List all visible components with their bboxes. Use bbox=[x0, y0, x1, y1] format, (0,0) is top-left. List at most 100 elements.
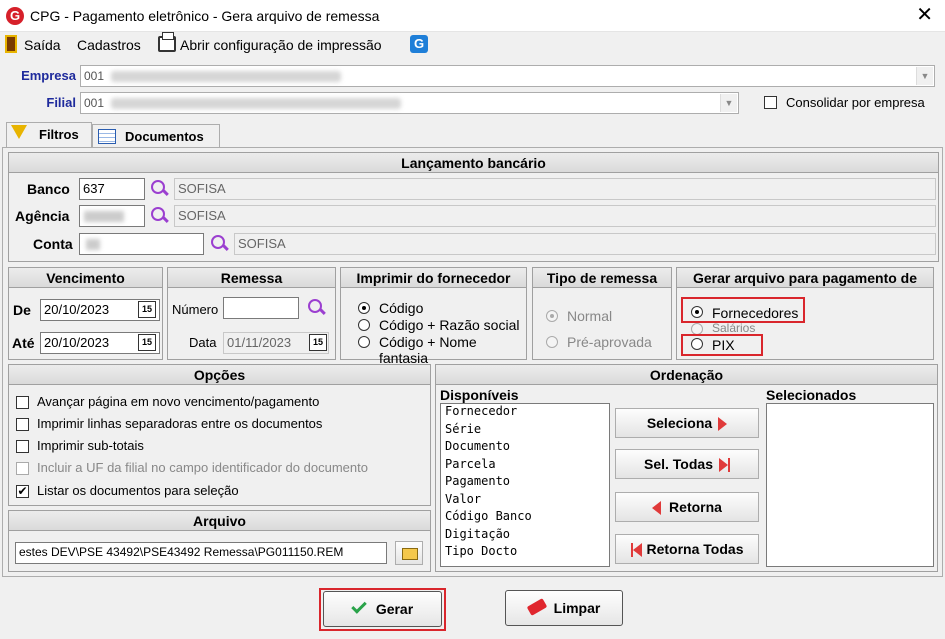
list-item[interactable]: Pagamento bbox=[441, 474, 609, 492]
search-icon[interactable] bbox=[149, 179, 169, 199]
data-value: 01/11/2023 bbox=[227, 335, 292, 350]
list-item[interactable]: Tipo Docto bbox=[441, 544, 609, 562]
menu-exit[interactable]: Saída bbox=[24, 37, 61, 53]
printer-icon[interactable] bbox=[158, 32, 176, 52]
chevron-down-icon[interactable]: ▼ bbox=[916, 67, 933, 85]
sel-todas-button[interactable]: Sel. Todas bbox=[615, 449, 759, 479]
retorna-todas-button[interactable]: Retorna Todas bbox=[615, 534, 759, 564]
close-icon[interactable]: ✕ bbox=[916, 4, 933, 26]
search-icon[interactable] bbox=[306, 298, 326, 318]
vencimento-title: Vencimento bbox=[9, 268, 162, 288]
gerar-arquivo-group: Gerar arquivo para pagamento de Forneced… bbox=[676, 267, 934, 360]
conta-input[interactable] bbox=[79, 233, 204, 255]
menu-cadastros[interactable]: Cadastros bbox=[77, 37, 141, 53]
limpar-button[interactable]: Limpar bbox=[505, 590, 623, 626]
imprimir-group: Imprimir do fornecedor Código Código + R… bbox=[340, 267, 527, 366]
ordenacao-group: Ordenação Disponíveis Selecionados Forne… bbox=[435, 364, 938, 572]
selecionados-list[interactable] bbox=[766, 403, 934, 567]
g-app-icon[interactable]: G bbox=[410, 35, 428, 53]
window-title: CPG - Pagamento eletrônico - Gera arquiv… bbox=[30, 8, 380, 24]
list-item[interactable]: Digitação bbox=[441, 527, 609, 545]
empresa-combo[interactable]: 001 ▼ bbox=[80, 65, 935, 87]
footer-area bbox=[0, 577, 945, 639]
arrow-right-icon bbox=[718, 417, 728, 432]
list-item[interactable]: Documento bbox=[441, 439, 609, 457]
radio-normal bbox=[546, 310, 558, 322]
opcoes-title: Opções bbox=[9, 365, 430, 385]
checkbox-listar-documentos[interactable]: ✔ bbox=[16, 485, 29, 498]
numero-input[interactable] bbox=[223, 297, 299, 319]
data-label: Data bbox=[189, 335, 217, 350]
listar-documentos-label: Listar os documentos para seleção bbox=[37, 483, 239, 498]
radio-codigo[interactable] bbox=[358, 302, 370, 314]
calendar-icon[interactable]: 15 bbox=[138, 301, 156, 318]
arrow-right-all-icon bbox=[718, 458, 728, 473]
lancamento-group: Lançamento bancário Banco 637 SOFISA Agê… bbox=[8, 152, 939, 262]
list-item[interactable]: Fornecedor bbox=[441, 404, 609, 422]
radio-normal-label: Normal bbox=[567, 308, 613, 324]
retorna-button[interactable]: Retorna bbox=[615, 492, 759, 522]
imprimir-title: Imprimir do fornecedor bbox=[341, 268, 526, 288]
gerar-button[interactable]: Gerar bbox=[323, 591, 442, 627]
menu-print-config[interactable]: Abrir configuração de impressão bbox=[180, 37, 382, 53]
checkbox-linhas-separadoras[interactable] bbox=[16, 418, 29, 431]
empresa-value: 001 bbox=[84, 69, 105, 83]
checkbox-avancar-pagina[interactable] bbox=[16, 396, 29, 409]
ordenacao-title: Ordenação bbox=[436, 365, 937, 385]
arquivo-path-input[interactable]: estes DEV\PSE 43492\PSE43492 Remessa\PG0… bbox=[15, 542, 387, 564]
filial-label: Filial bbox=[46, 95, 76, 110]
tab-filtros-label: Filtros bbox=[39, 127, 79, 142]
agencia-label: Agência bbox=[15, 208, 70, 224]
disponiveis-list[interactable]: Fornecedor Série Documento Parcela Pagam… bbox=[440, 403, 610, 567]
list-item[interactable]: Série bbox=[441, 422, 609, 440]
arrow-left-all-icon bbox=[632, 543, 642, 558]
empresa-label: Empresa bbox=[21, 68, 76, 83]
list-item[interactable]: Parcela bbox=[441, 457, 609, 475]
table-icon bbox=[98, 129, 116, 144]
conta-label: Conta bbox=[33, 236, 73, 252]
arquivo-title: Arquivo bbox=[9, 511, 430, 531]
checkbox-incluir-uf bbox=[16, 462, 29, 475]
radio-codigo-razao[interactable] bbox=[358, 319, 370, 331]
calendar-icon[interactable]: 15 bbox=[138, 334, 156, 351]
conta-desc: SOFISA bbox=[234, 233, 936, 255]
highlight-pix bbox=[681, 334, 763, 356]
retorna-todas-label: Retorna Todas bbox=[646, 541, 744, 557]
radio-salarios-label: Salários bbox=[712, 321, 756, 335]
exit-icon[interactable] bbox=[5, 35, 17, 53]
gerar-arquivo-title: Gerar arquivo para pagamento de bbox=[677, 268, 933, 288]
search-icon[interactable] bbox=[149, 206, 169, 226]
remessa-title: Remessa bbox=[168, 268, 335, 288]
filial-combo[interactable]: 001 ▼ bbox=[80, 92, 739, 114]
de-label: De bbox=[13, 302, 31, 318]
chevron-down-icon[interactable]: ▼ bbox=[720, 94, 737, 112]
list-item[interactable]: Código Banco bbox=[441, 509, 609, 527]
consolidar-label: Consolidar por empresa bbox=[786, 95, 925, 110]
sub-totais-label: Imprimir sub-totais bbox=[37, 438, 144, 453]
incluir-uf-label: Incluir a UF da filial no campo identifi… bbox=[37, 460, 368, 475]
arrow-bar-icon bbox=[727, 458, 730, 473]
selecionados-label: Selecionados bbox=[766, 387, 857, 403]
consolidar-checkbox[interactable] bbox=[764, 96, 777, 109]
main-window: G CPG - Pagamento eletrônico - Gera arqu… bbox=[0, 0, 945, 639]
checkbox-sub-totais[interactable] bbox=[16, 440, 29, 453]
radio-codigo-fantasia-label: Código + Nome fantasia bbox=[379, 334, 477, 366]
banco-input[interactable]: 637 bbox=[79, 178, 145, 200]
de-date-value: 20/10/2023 bbox=[44, 302, 110, 317]
folder-open-icon[interactable] bbox=[395, 541, 423, 565]
title-bar: G CPG - Pagamento eletrônico - Gera arqu… bbox=[0, 0, 945, 32]
list-item[interactable]: Valor bbox=[441, 492, 609, 510]
seleciona-button[interactable]: Seleciona bbox=[615, 408, 759, 438]
filial-value: 001 bbox=[84, 96, 105, 110]
ate-date-value: 20/10/2023 bbox=[44, 335, 110, 350]
tipo-remessa-group: Tipo de remessa Normal Pré-aprovada bbox=[532, 267, 672, 360]
search-icon[interactable] bbox=[209, 234, 229, 254]
tab-filtros[interactable]: Filtros bbox=[6, 122, 92, 148]
agencia-input[interactable] bbox=[79, 205, 145, 227]
retorna-label: Retorna bbox=[669, 499, 722, 515]
agencia-desc: SOFISA bbox=[174, 205, 936, 227]
tab-documentos[interactable]: Documentos bbox=[92, 124, 220, 148]
avancar-pagina-label: Avançar página em novo vencimento/pagame… bbox=[37, 394, 320, 409]
radio-codigo-fantasia[interactable] bbox=[358, 336, 370, 348]
seleciona-label: Seleciona bbox=[646, 415, 713, 431]
